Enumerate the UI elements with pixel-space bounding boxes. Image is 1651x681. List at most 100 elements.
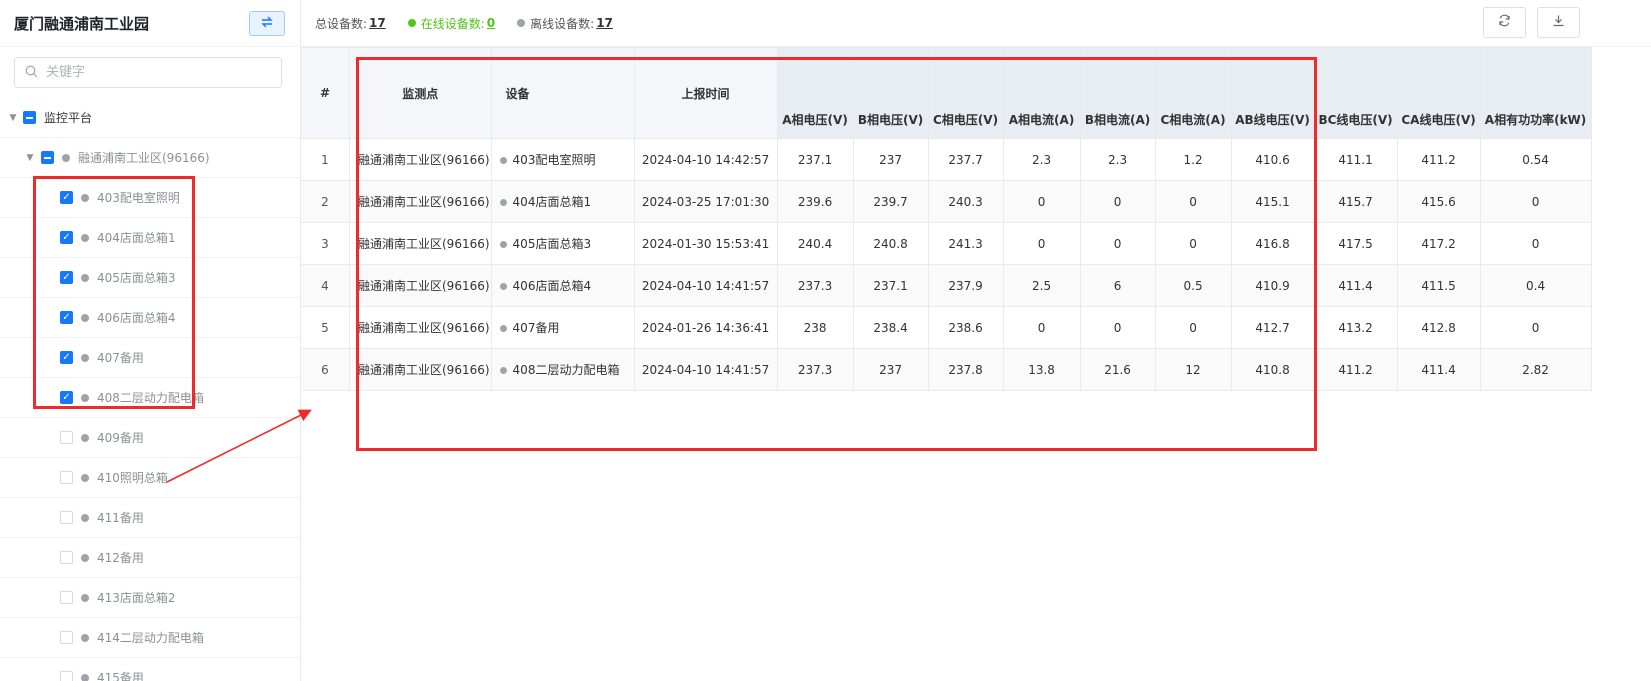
tree-node-label: 406店面总箱4 (97, 311, 176, 325)
status-dot-icon (81, 673, 89, 681)
swap-button[interactable] (249, 11, 285, 36)
column-header[interactable]: B相电流(A) (1079, 47, 1156, 139)
column-header[interactable]: # (300, 47, 350, 139)
device-checkbox[interactable]: ✓ (60, 311, 73, 324)
column-header[interactable]: BC线电压(V) (1313, 47, 1398, 139)
root-checkbox[interactable] (23, 111, 36, 124)
column-header[interactable]: CA线电压(V) (1396, 47, 1481, 139)
table-cell: 2024-01-30 15:53:41 (633, 222, 778, 265)
column-header[interactable]: 监测点 (349, 47, 492, 139)
column-header[interactable]: C相电流(A) (1154, 47, 1232, 139)
table-cell: 0.5 (1154, 264, 1232, 307)
table-cell: 405店面总箱3 (490, 222, 635, 265)
tree-node-device[interactable]: 409备用 (0, 418, 300, 458)
table-row[interactable]: 1 融通浦南工业区(96166) 403配电室照明 2024-04-10 14:42:… (300, 138, 1592, 181)
tree-node-device[interactable]: 411备用 (0, 498, 300, 538)
status-dot-icon (81, 193, 89, 202)
device-name: 405店面总箱3 (512, 237, 592, 251)
device-checkbox[interactable] (60, 431, 73, 444)
table-row[interactable]: 5 融通浦南工业区(96166) 407备用 2024-01-26 14:36:41 2… (300, 306, 1592, 349)
table-row[interactable]: 2 融通浦南工业区(96166) 404店面总箱1 2024-03-25 17:01:… (300, 180, 1592, 223)
column-header[interactable]: A相电压(V) (776, 47, 854, 139)
table-cell: 2024-04-10 14:42:57 (633, 138, 778, 181)
tree-node-device[interactable]: 410照明总箱 (0, 458, 300, 498)
tree-node-device[interactable]: 415备用 (0, 658, 300, 681)
table-cell: 2 (300, 180, 350, 223)
status-dot-icon (499, 283, 507, 290)
tree-node-device[interactable]: ✓ 404店面总箱1 (0, 218, 300, 258)
stat-online-value[interactable]: 0 (487, 16, 495, 30)
refresh-button[interactable] (1483, 7, 1526, 38)
tree-node-root[interactable]: ▼ 监控平台 (0, 98, 300, 138)
table-header-row: # 监测点 设备 上报时间 A相电压(V) B相电压(V) C相电压(V) A相电流(A) B相… (300, 47, 1592, 139)
tree-node-device[interactable]: ✓ 407备用 (0, 338, 300, 378)
table-cell: 12 (1154, 348, 1232, 391)
tree-node-label: 413店面总箱2 (97, 591, 176, 605)
table-cell: 2024-03-25 17:01:30 (633, 180, 778, 223)
device-checkbox[interactable] (60, 551, 73, 564)
tree-node-device[interactable]: ✓ 408二层动力配电箱 (0, 378, 300, 418)
device-name: 406店面总箱4 (512, 279, 592, 293)
caret-down-icon[interactable]: ▼ (7, 113, 19, 123)
column-header[interactable]: 上报时间 (633, 47, 778, 139)
tree-node-device[interactable]: 414二层动力配电箱 (0, 618, 300, 658)
tree-node-device[interactable]: ✓ 406店面总箱4 (0, 298, 300, 338)
table-cell: 408二层动力配电箱 (490, 348, 635, 391)
device-checkbox[interactable] (60, 511, 73, 524)
table-row[interactable]: 4 融通浦南工业区(96166) 406店面总箱4 2024-04-10 14:41:… (300, 264, 1592, 307)
search-icon (25, 65, 38, 81)
tree-node-device[interactable]: ✓ 403配电室照明 (0, 178, 300, 218)
status-dot-icon (499, 199, 507, 206)
table-cell: 2024-04-10 14:41:57 (633, 348, 778, 391)
download-button[interactable] (1537, 7, 1580, 38)
device-checkbox[interactable]: ✓ (60, 391, 73, 404)
stat-online-label: 在线设备数: (420, 16, 485, 31)
table-cell: 0.4 (1479, 264, 1592, 307)
tree-node-label: 411备用 (97, 511, 144, 525)
tree-node-device[interactable]: 412备用 (0, 538, 300, 578)
table-cell: 406店面总箱4 (490, 264, 635, 307)
device-checkbox[interactable]: ✓ (60, 191, 73, 204)
monitor-data-table: # 监测点 设备 上报时间 A相电压(V) B相电压(V) C相电压(V) A相电流(A) B相… (300, 47, 1592, 391)
column-header[interactable]: A相电流(A) (1002, 47, 1081, 139)
table-cell: 404店面总箱1 (490, 180, 635, 223)
table-cell: 411.5 (1396, 264, 1481, 307)
table-cell: 410.6 (1230, 138, 1315, 181)
device-checkbox[interactable] (60, 471, 73, 484)
column-header[interactable]: AB线电压(V) (1230, 47, 1315, 139)
search-input[interactable] (44, 64, 268, 81)
column-header[interactable]: 设备 (490, 47, 635, 139)
column-header[interactable]: A相有功功率(kW) (1479, 47, 1592, 139)
column-header[interactable]: B相电压(V) (852, 47, 929, 139)
device-checkbox[interactable] (60, 591, 73, 604)
device-checkbox[interactable]: ✓ (60, 271, 73, 284)
table-cell: 融通浦南工业区(96166) (349, 306, 492, 349)
device-checkbox[interactable]: ✓ (60, 351, 73, 364)
device-checkbox[interactable] (60, 631, 73, 644)
caret-down-icon[interactable]: ▼ (24, 153, 36, 163)
stat-offline-value[interactable]: 17 (596, 16, 613, 30)
device-name: 404店面总箱1 (512, 195, 592, 209)
status-dot-icon (81, 433, 89, 442)
stat-online: 在线设备数: 0 (407, 15, 495, 32)
column-header[interactable]: C相电压(V) (927, 47, 1004, 139)
stat-total-value[interactable]: 17 (369, 16, 386, 30)
site-title: 厦门融通浦南工业园 (14, 14, 150, 33)
status-dot-icon (81, 233, 89, 242)
swap-icon (260, 16, 274, 32)
table-row[interactable]: 6 融通浦南工业区(96166) 408二层动力配电箱 2024-04-10 14:4… (300, 348, 1592, 391)
table-row[interactable]: 3 融通浦南工业区(96166) 405店面总箱3 2024-01-30 15:53:… (300, 222, 1592, 265)
device-checkbox[interactable]: ✓ (60, 231, 73, 244)
table-cell: 411.2 (1313, 348, 1398, 391)
status-dot-icon (62, 153, 70, 162)
table-cell: 239.6 (776, 180, 854, 223)
group-checkbox[interactable] (41, 151, 54, 164)
table-cell: 2024-01-26 14:36:41 (633, 306, 778, 349)
table-cell: 411.1 (1313, 138, 1398, 181)
tree-node-group[interactable]: ▼ 融通浦南工业区(96166) (0, 138, 300, 178)
search-field[interactable] (14, 57, 282, 88)
tree-node-device[interactable]: ✓ 405店面总箱3 (0, 258, 300, 298)
tree-node-device[interactable]: 413店面总箱2 (0, 578, 300, 618)
table-cell: 238.4 (852, 306, 929, 349)
device-checkbox[interactable] (60, 671, 73, 681)
